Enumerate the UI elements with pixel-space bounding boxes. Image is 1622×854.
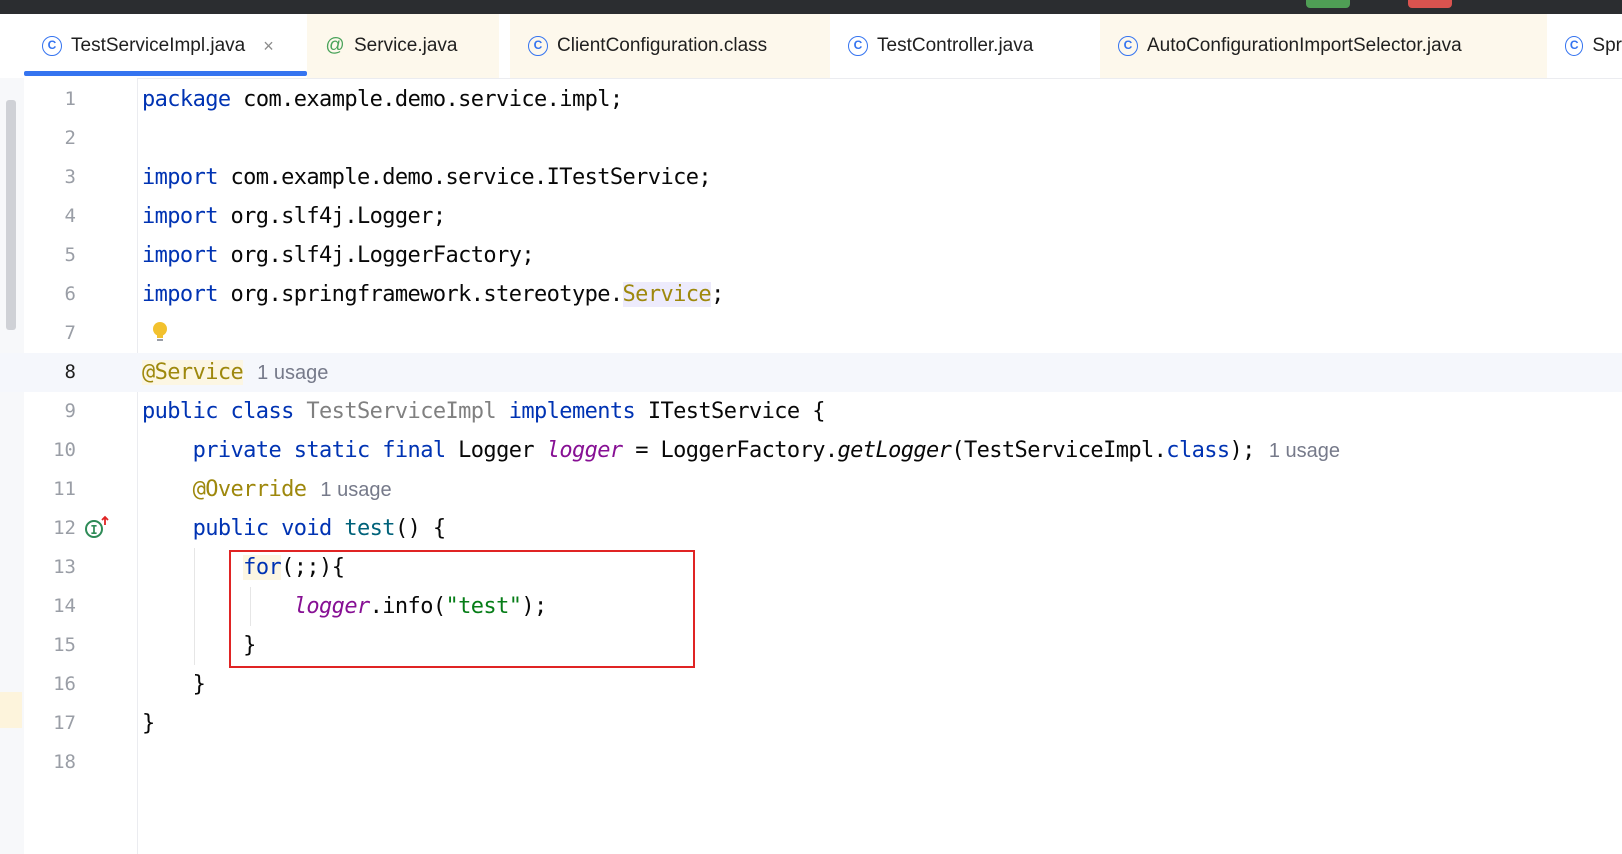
stop-button[interactable] (1408, 0, 1452, 8)
highlight-box (229, 550, 695, 668)
line-number: 14 (53, 595, 76, 617)
annotation-at-icon: @ (325, 35, 345, 56)
editor-tab-bar: C TestServiceImpl.java × @ Service.java … (0, 14, 1622, 79)
tab-label: Spr (1592, 35, 1622, 56)
keyword: public class (142, 399, 294, 424)
code-text: } (192, 672, 206, 697)
tab-label: TestController.java (877, 35, 1034, 56)
line-number: 7 (64, 322, 76, 344)
usage-hint[interactable]: 1 usage (320, 479, 391, 501)
keyword: class (1166, 438, 1230, 463)
tab-label: TestServiceImpl.java (71, 35, 246, 56)
keyword: import (142, 204, 218, 229)
strip-marker (0, 692, 22, 728)
line-number: 4 (64, 205, 76, 227)
line-number: 17 (53, 712, 76, 734)
line-number: 2 (64, 127, 76, 149)
code-line-12[interactable]: public void test() { (142, 509, 447, 548)
code-text: () { (394, 516, 446, 541)
code-text: (TestServiceImpl. (951, 438, 1167, 463)
code-text: ; (711, 282, 724, 307)
class-run-icon: C (1565, 36, 1584, 56)
code-text: Logger (445, 438, 547, 463)
keyword: public void (192, 516, 333, 541)
svg-text:I: I (90, 523, 97, 537)
run-button[interactable] (1306, 0, 1350, 8)
field-name: logger (546, 438, 623, 463)
code-text: org.springframework.stereotype. (217, 282, 624, 307)
class-c-icon: C (528, 36, 548, 56)
line-number: 8 (64, 361, 76, 383)
keyword: private static final (192, 438, 447, 463)
line-number: 15 (53, 634, 76, 656)
lightbulb-icon[interactable] (152, 321, 168, 345)
usage-hint[interactable]: 1 usage (1269, 440, 1340, 462)
code-line-4[interactable]: import org.slf4j.Logger; (142, 197, 446, 236)
code-text: } (142, 711, 155, 736)
tab-label: Service.java (354, 35, 458, 56)
keyword: implements (496, 399, 636, 424)
implements-method-icon[interactable]: I (84, 515, 110, 541)
active-tab-indicator (24, 71, 307, 76)
line-number: 9 (64, 400, 76, 422)
line-number: 10 (53, 439, 76, 461)
class-c-icon: C (42, 36, 62, 56)
tab-testcontroller[interactable]: C TestController.java (830, 14, 1092, 78)
line-number: 3 (64, 166, 76, 188)
class-name: TestServiceImpl (293, 399, 497, 424)
code-line-17[interactable]: } (142, 704, 155, 743)
keyword: package (142, 87, 231, 112)
line-number: 1 (64, 88, 76, 110)
tab-spr[interactable]: C Spr (1547, 14, 1622, 78)
annotation: @Service (142, 360, 244, 385)
code-line-3[interactable]: import com.example.demo.service.ITestSer… (142, 158, 712, 197)
code-text: org.slf4j.LoggerFactory; (217, 243, 535, 268)
class-c-icon: C (1118, 36, 1138, 56)
code-text: com.example.demo.service.ITestService; (217, 165, 712, 190)
line-number: 16 (53, 673, 76, 695)
tab-clientconfiguration[interactable]: C ClientConfiguration.class (510, 14, 830, 78)
line-number: 12 (53, 517, 76, 539)
code-line-9[interactable]: public class TestServiceImpl implements … (142, 392, 825, 431)
code-line-1[interactable]: package com.example.demo.service.impl; (142, 80, 623, 119)
tab-label: AutoConfigurationImportSelector.java (1147, 35, 1462, 56)
code-text: ); (1229, 438, 1256, 463)
close-icon[interactable]: × (263, 36, 274, 57)
code-line-5[interactable]: import org.slf4j.LoggerFactory; (142, 236, 535, 275)
code-text: org.slf4j.Logger; (217, 204, 447, 229)
window-title-bar (0, 0, 1622, 14)
keyword: import (142, 243, 218, 268)
annotation: @Override (192, 477, 307, 502)
line-number: 11 (53, 478, 76, 500)
code-text: = LoggerFactory. (622, 438, 838, 463)
code-line-16[interactable]: } (142, 665, 206, 704)
line-number: 6 (64, 283, 76, 305)
keyword: import (142, 282, 218, 307)
tab-label: ClientConfiguration.class (557, 35, 768, 56)
usage-hint[interactable]: 1 usage (257, 362, 328, 384)
highlighted-annotation-ref: Service (622, 282, 712, 307)
code-text: com.example.demo.service.impl; (230, 87, 623, 112)
code-line-11[interactable]: @Override 1 usage (142, 470, 392, 510)
code-line-6[interactable]: import org.springframework.stereotype.Se… (142, 275, 724, 314)
scrollbar-thumb[interactable] (6, 100, 16, 330)
tab-testserviceimpl[interactable]: C TestServiceImpl.java × (24, 14, 307, 78)
code-line-10[interactable]: private static final Logger logger = Log… (142, 431, 1340, 471)
method-name: getLogger (837, 438, 952, 463)
code-line-8[interactable]: @Service 1 usage (142, 353, 328, 393)
line-number: 5 (64, 244, 76, 266)
line-number: 18 (53, 751, 76, 773)
line-number: 13 (53, 556, 76, 578)
method-name: test (331, 516, 395, 541)
tab-service[interactable]: @ Service.java (307, 14, 499, 78)
keyword: import (142, 165, 218, 190)
code-text: ITestService { (635, 399, 826, 424)
class-c-icon: C (848, 36, 868, 56)
tab-autoconfigurationimportselector[interactable]: C AutoConfigurationImportSelector.java (1100, 14, 1547, 78)
